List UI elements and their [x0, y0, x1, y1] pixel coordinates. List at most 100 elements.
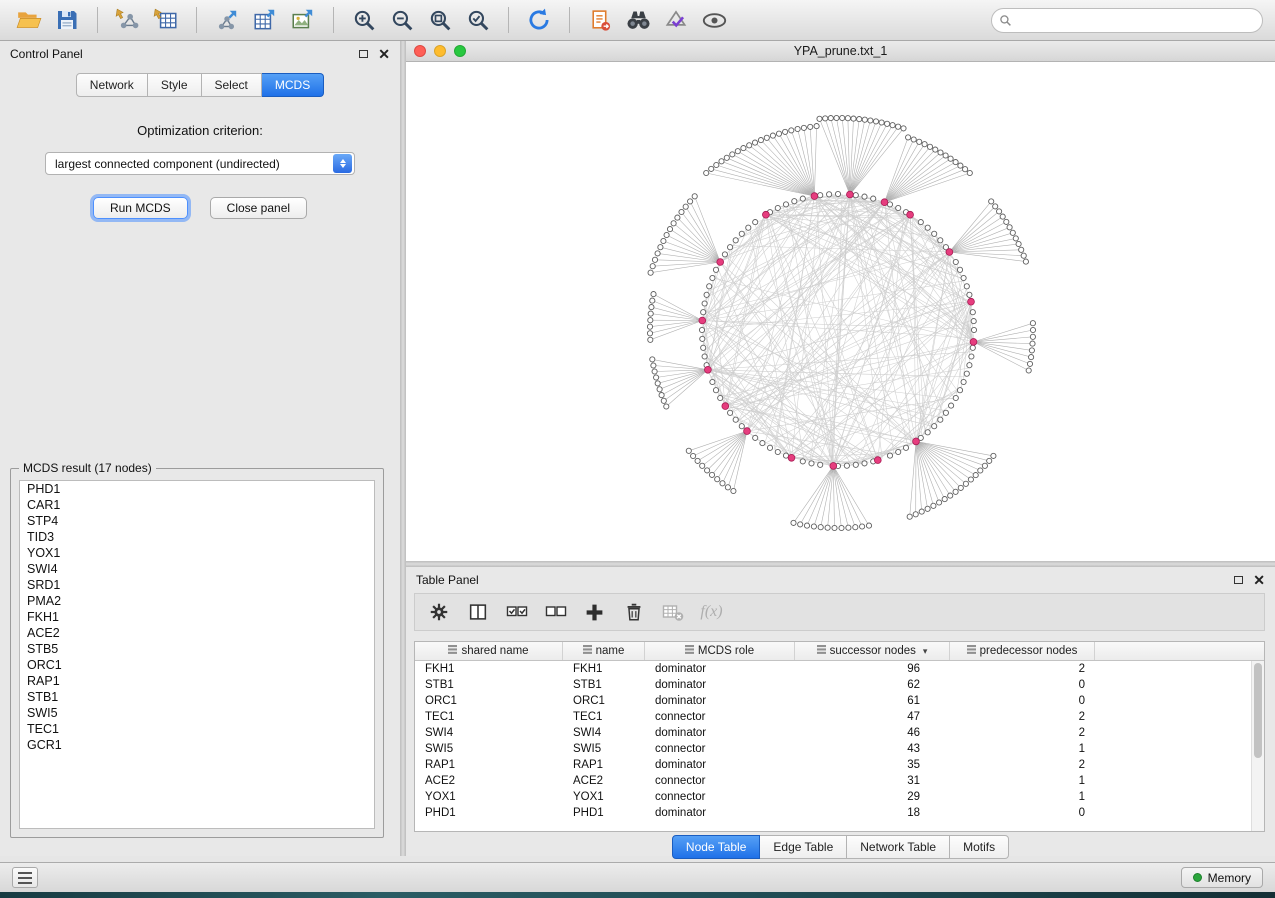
table-row[interactable]: YOX1YOX1connector291	[415, 789, 1264, 805]
tab-mcds[interactable]: MCDS	[262, 73, 324, 97]
column-header-shared-name[interactable]: shared name	[415, 642, 563, 660]
mcds-result-item[interactable]: SWI5	[20, 705, 374, 721]
dropdown-arrows-icon	[333, 154, 352, 173]
close-panel-button[interactable]: Close panel	[210, 197, 307, 219]
table-cell: 0	[950, 695, 1095, 707]
table-row[interactable]: TEC1TEC1connector472	[415, 709, 1264, 725]
clone-document-icon	[588, 8, 613, 33]
tab-edge-table[interactable]: Edge Table	[760, 835, 847, 859]
column-header-predecessor-nodes[interactable]: predecessor nodes	[950, 642, 1095, 660]
table-cell: SWI5	[415, 743, 563, 755]
zoom-selected-button[interactable]	[461, 4, 495, 36]
column-header-MCDS-role[interactable]: MCDS role	[645, 642, 795, 660]
tab-node-table[interactable]: Node Table	[672, 835, 761, 859]
mcds-result-item[interactable]: STP4	[20, 513, 374, 529]
import-network-icon	[115, 7, 141, 33]
tab-style[interactable]: Style	[148, 73, 202, 97]
graphics-details-button[interactable]	[659, 4, 693, 36]
mcds-result-item[interactable]: PHD1	[20, 481, 374, 497]
network-canvas-svg[interactable]	[406, 62, 1275, 561]
delete-table-button[interactable]	[659, 598, 686, 626]
export-image-icon	[290, 7, 316, 33]
column-header-name[interactable]: name	[563, 642, 645, 660]
tab-motifs[interactable]: Motifs	[950, 835, 1009, 859]
table-cell: 0	[950, 679, 1095, 691]
mcds-result-item[interactable]: STB1	[20, 689, 374, 705]
table-scrollbar[interactable]	[1251, 661, 1264, 831]
table-row[interactable]: FKH1FKH1dominator962	[415, 661, 1264, 677]
column-label: predecessor nodes	[980, 645, 1078, 657]
mcds-result-item[interactable]: YOX1	[20, 545, 374, 561]
tab-network-table[interactable]: Network Table	[847, 835, 950, 859]
table-cell: 0	[950, 807, 1095, 819]
plus-icon	[584, 602, 605, 623]
table-row[interactable]: SWI5SWI5connector431	[415, 741, 1264, 757]
zoom-in-button[interactable]	[347, 4, 381, 36]
memory-button[interactable]: Memory	[1181, 867, 1263, 888]
tab-network[interactable]: Network	[76, 73, 148, 97]
table-cell: PHD1	[415, 807, 563, 819]
tab-select[interactable]: Select	[202, 73, 262, 97]
find-button[interactable]	[621, 4, 655, 36]
table-row[interactable]: PHD1PHD1dominator180	[415, 805, 1264, 821]
save-button[interactable]	[50, 4, 84, 36]
sort-indicator-icon[interactable]: ▾	[923, 646, 928, 657]
table-cell: 1	[950, 791, 1095, 803]
network-view[interactable]	[406, 62, 1275, 561]
refresh-icon	[526, 7, 552, 33]
column-header-successor-nodes[interactable]: successor nodes▾	[795, 642, 950, 660]
search-input[interactable]	[991, 8, 1263, 33]
create-column-button[interactable]	[581, 598, 608, 626]
close-panel-icon[interactable]: ✕	[1253, 575, 1265, 585]
function-builder-button[interactable]: f(x)	[698, 598, 725, 626]
mcds-result-item[interactable]: SWI4	[20, 561, 374, 577]
table-cell: 29	[795, 791, 950, 803]
clone-network-button[interactable]	[583, 4, 617, 36]
mcds-result-item[interactable]: STB5	[20, 641, 374, 657]
mcds-result-item[interactable]: PMA2	[20, 593, 374, 609]
network-window-titlebar[interactable]: YPA_prune.txt_1	[406, 41, 1275, 62]
mcds-result-item[interactable]: CAR1	[20, 497, 374, 513]
open-button[interactable]	[12, 4, 46, 36]
unselect-all-icon	[544, 600, 568, 624]
select-all-button[interactable]	[503, 598, 530, 626]
delete-column-button[interactable]	[620, 598, 647, 626]
zoom-fit-button[interactable]	[423, 4, 457, 36]
mcds-result-item[interactable]: TID3	[20, 529, 374, 545]
show-hide-button[interactable]	[697, 4, 731, 36]
mcds-result-item[interactable]: FKH1	[20, 609, 374, 625]
import-table-button[interactable]	[149, 4, 183, 36]
criterion-dropdown[interactable]: largest connected component (undirected)	[45, 152, 355, 175]
export-table-button[interactable]	[248, 4, 282, 36]
export-image-button[interactable]	[286, 4, 320, 36]
scrollbar-thumb[interactable]	[1254, 663, 1262, 758]
mcds-result-item[interactable]: RAP1	[20, 673, 374, 689]
mcds-result-item[interactable]: ORC1	[20, 657, 374, 673]
table-row[interactable]: ACE2ACE2connector311	[415, 773, 1264, 789]
table-cell: connector	[645, 791, 795, 803]
table-row[interactable]: STB1STB1dominator620	[415, 677, 1264, 693]
export-network-button[interactable]	[210, 4, 244, 36]
table-row[interactable]: ORC1ORC1dominator610	[415, 693, 1264, 709]
refresh-layout-button[interactable]	[522, 4, 556, 36]
import-network-button[interactable]	[111, 4, 145, 36]
column-label: name	[596, 645, 625, 657]
table-toolbar: f(x)	[414, 593, 1265, 631]
run-mcds-button[interactable]: Run MCDS	[93, 197, 188, 219]
task-history-button[interactable]	[12, 867, 38, 888]
table-row[interactable]: RAP1RAP1dominator352	[415, 757, 1264, 773]
mcds-result-item[interactable]: SRD1	[20, 577, 374, 593]
table-settings-button[interactable]	[425, 598, 452, 626]
show-columns-button[interactable]	[464, 598, 491, 626]
zoom-out-button[interactable]	[385, 4, 419, 36]
close-panel-icon[interactable]: ✕	[378, 49, 390, 59]
mcds-result-item[interactable]: TEC1	[20, 721, 374, 737]
float-panel-icon[interactable]	[1234, 576, 1243, 584]
table-cell: TEC1	[563, 711, 645, 723]
mcds-result-item[interactable]: GCR1	[20, 737, 374, 753]
mcds-result-item[interactable]: ACE2	[20, 625, 374, 641]
table-row[interactable]: SWI4SWI4dominator462	[415, 725, 1264, 741]
unselect-all-button[interactable]	[542, 598, 569, 626]
table-cell: PHD1	[563, 807, 645, 819]
float-panel-icon[interactable]	[359, 50, 368, 58]
